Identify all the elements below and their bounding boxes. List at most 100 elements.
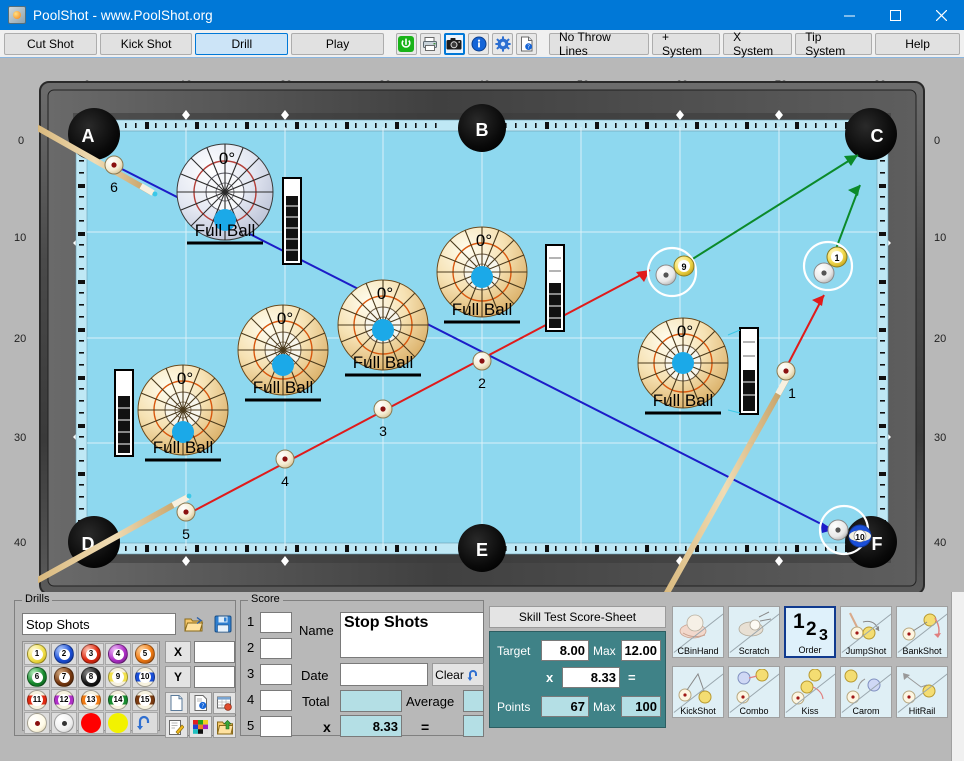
ball-palette[interactable]: 1 2 3 4 5 6 7 8 9 10 11 12 13 14 15 — [22, 641, 160, 734]
x-coord-input[interactable] — [194, 641, 235, 663]
undo-arrow-icon[interactable] — [132, 712, 158, 734]
info-icon[interactable] — [467, 32, 490, 55]
new-document-icon[interactable] — [165, 692, 188, 714]
maximize-button[interactable] — [872, 0, 918, 30]
help-button[interactable]: Help — [875, 32, 961, 55]
target-value[interactable]: 8.00 — [541, 640, 589, 661]
shot-type-order[interactable]: 1 2 3 Order — [784, 606, 836, 658]
total-value — [340, 690, 402, 712]
ball-button-1[interactable]: 1 — [24, 643, 50, 665]
shot-type-cbinhand[interactable]: CBinHand — [672, 606, 724, 658]
y-tick-left-20: 20 — [14, 333, 27, 345]
edit-note-icon[interactable] — [165, 716, 188, 738]
save-disk-icon[interactable] — [211, 613, 235, 635]
ball-button-red[interactable] — [78, 712, 104, 734]
shot-type-label: HitRail — [908, 706, 936, 716]
minimize-button[interactable] — [826, 0, 872, 30]
ball-button-6[interactable]: 6 — [24, 666, 50, 688]
open-folder-icon[interactable] — [182, 613, 206, 635]
ball-button-9[interactable]: 9 — [105, 666, 131, 688]
pool-table-area[interactable]: 0 10 20 30 40 50 60 70 80 0 10 20 30 40 … — [0, 58, 964, 600]
ball-button-11[interactable]: 11 — [24, 689, 50, 711]
pool-table[interactable]: A B C D E F 0° Full Ball 0° Full Ball 0°… — [38, 80, 926, 640]
ball-button-13[interactable]: 13 — [78, 689, 104, 711]
ball-button-14[interactable]: 14 — [105, 689, 131, 711]
shot-type-hitrail[interactable]: HitRail — [896, 666, 948, 718]
ball-button-cueball-red[interactable] — [24, 712, 50, 734]
undo-arrow-icon — [467, 669, 477, 681]
x-system-button[interactable]: X System — [723, 30, 793, 58]
total-label: Total — [302, 694, 330, 709]
tab-drill[interactable]: Drill — [195, 32, 289, 55]
ball-button-10[interactable]: 10 — [132, 666, 158, 688]
score-multiply-value[interactable]: 8.33 — [340, 715, 402, 737]
ball-label-13: 13 — [85, 694, 97, 706]
power-icon[interactable] — [395, 32, 417, 55]
tab-play[interactable]: Play — [291, 32, 384, 55]
ball-label-4: 4 — [112, 648, 124, 660]
name-label: Name — [299, 623, 334, 638]
skill-test-header: Skill Test Score-Sheet — [489, 606, 666, 628]
close-button[interactable] — [918, 0, 964, 30]
y-tick-right-10: 10 — [934, 232, 947, 244]
name-input[interactable]: Stop Shots — [340, 612, 484, 658]
y-coord-input[interactable] — [194, 666, 235, 688]
ball-button-7[interactable]: 7 — [51, 666, 77, 688]
y-tick-right-20: 20 — [934, 333, 947, 345]
score-equals-value — [463, 715, 484, 737]
help-document-icon[interactable]: ? — [189, 692, 212, 714]
vertical-scrollbar[interactable] — [951, 592, 964, 761]
clear-button[interactable]: Clear — [432, 663, 484, 686]
shot-type-kiss[interactable]: Kiss — [784, 666, 836, 718]
skill-multiply-value[interactable]: 8.33 — [562, 667, 620, 688]
score-row-number-1: 1 — [247, 614, 255, 629]
ball-button-5[interactable]: 5 — [132, 643, 158, 665]
drills-group-title: Drills — [22, 593, 53, 605]
color-palette-icon[interactable] — [189, 716, 212, 738]
ball-button-12[interactable]: 12 — [51, 689, 77, 711]
ball-button-4[interactable]: 4 — [105, 643, 131, 665]
help-document-icon[interactable]: ? — [516, 32, 538, 55]
tip-system-button[interactable]: Tip System — [795, 30, 873, 58]
score-input-3[interactable] — [260, 664, 292, 685]
score-row-number-3: 3 — [247, 666, 255, 681]
table-report-icon[interactable] — [213, 692, 236, 714]
ball-button-2[interactable]: 2 — [51, 643, 77, 665]
shot-type-combo[interactable]: Combo — [728, 666, 780, 718]
drills-groupbox: Drills Stop Shots 1 2 3 4 5 6 7 8 9 10 1… — [14, 593, 236, 738]
ball-button-15[interactable]: 15 — [132, 689, 158, 711]
ball-label-12: 12 — [58, 694, 70, 706]
shot-type-bankshot[interactable]: BankShot — [896, 606, 948, 658]
y-tick-left-10: 10 — [14, 232, 27, 244]
tab-kick-shot[interactable]: Kick Shot — [99, 32, 193, 55]
shot-type-kickshot[interactable]: KickShot — [672, 666, 724, 718]
svg-text:10: 10 — [855, 532, 865, 542]
camera-icon[interactable] — [443, 32, 465, 55]
shot-type-carom[interactable]: Carom — [840, 666, 892, 718]
target-max-value[interactable]: 12.00 — [621, 640, 661, 661]
ball-button-8[interactable]: 8 — [78, 666, 104, 688]
score-input-5[interactable] — [260, 716, 292, 737]
shot-type-panel: CBinHand Scratch 1 2 3 Order JumpShot Ba… — [672, 606, 950, 730]
svg-text:1: 1 — [834, 253, 839, 263]
ball-button-3[interactable]: 3 — [78, 643, 104, 665]
shot-type-scratch[interactable]: Scratch — [728, 606, 780, 658]
bottom-panel: Drills Stop Shots 1 2 3 4 5 6 7 8 9 10 1… — [0, 592, 964, 761]
settings-gear-icon[interactable] — [492, 32, 514, 55]
ball-button-cueball-black[interactable] — [51, 712, 77, 734]
plus-system-button[interactable]: + System — [652, 30, 721, 58]
tab-cut-shot[interactable]: Cut Shot — [4, 32, 97, 55]
average-label: Average — [406, 694, 455, 709]
score-input-1[interactable] — [260, 612, 292, 633]
svg-text:3: 3 — [379, 423, 387, 439]
no-throw-lines-button[interactable]: No Throw Lines — [549, 30, 650, 58]
ball-label-2: 2 — [58, 648, 70, 660]
score-input-4[interactable] — [260, 690, 292, 711]
shot-type-jumpshot[interactable]: JumpShot — [840, 606, 892, 658]
print-icon[interactable] — [419, 32, 441, 55]
score-input-2[interactable] — [260, 638, 292, 659]
ball-button-yellow[interactable] — [105, 712, 131, 734]
export-folder-icon[interactable] — [213, 716, 236, 738]
date-input[interactable] — [340, 663, 428, 686]
drill-name-input[interactable]: Stop Shots — [22, 613, 176, 635]
